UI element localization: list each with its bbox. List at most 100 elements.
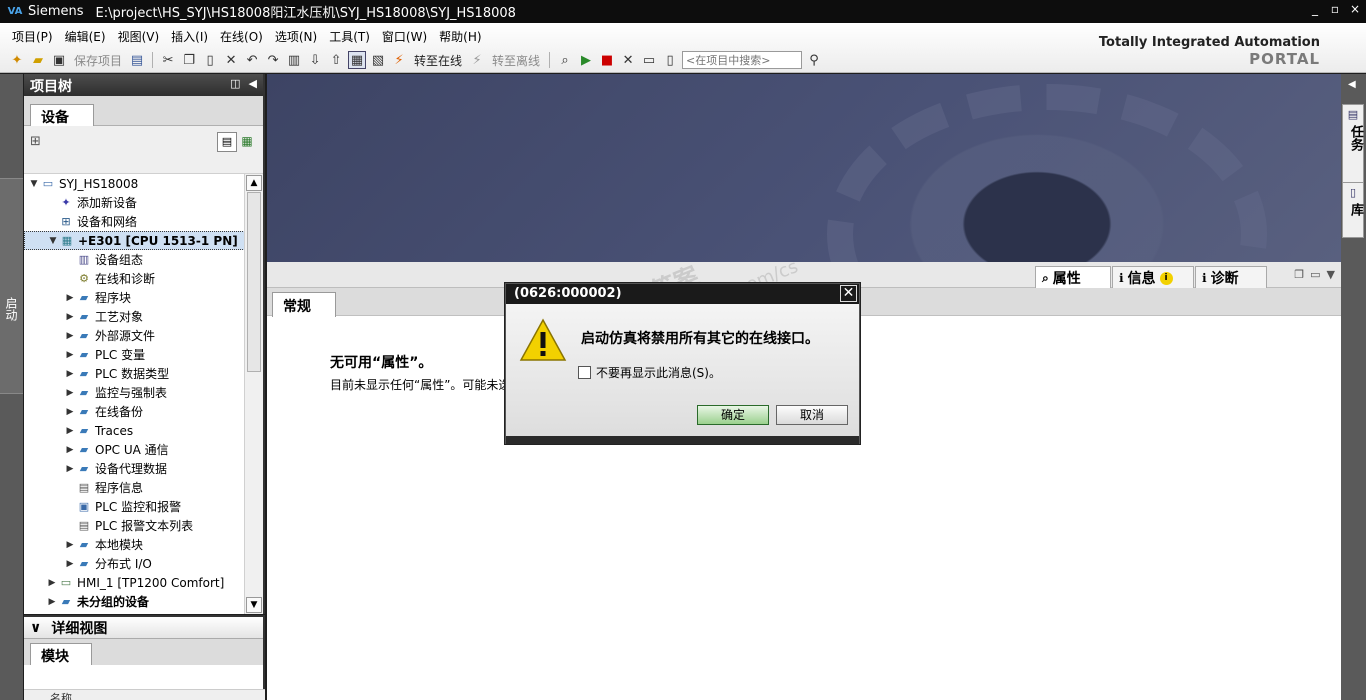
tree-item[interactable]: ▶ ▰ Traces [24,421,245,440]
start-tab[interactable]: 启动 [0,178,23,394]
collapsed-arrow-icon[interactable]: ▶ [64,331,76,341]
tree-item[interactable]: ▤ PLC 报警文本列表 [24,516,245,535]
cross-reference-icon[interactable]: ✕ [619,51,637,69]
stop-cpu-icon[interactable]: ■ [598,51,616,69]
tree-scrollbar[interactable]: ▲ ▼ [244,174,263,614]
scroll-down-icon[interactable]: ▼ [246,597,262,613]
dont-show-again-checkbox[interactable]: 不要再显示此消息(S)。 [578,364,721,381]
go-online-button[interactable]: 转至在线 [411,52,465,69]
tree-item[interactable]: ✦ 添加新设备 [24,193,245,212]
add-device-tool-icon[interactable]: ⊞ [30,134,41,149]
menu-edit[interactable]: 编辑(E) [59,28,112,45]
undo-icon[interactable]: ↶ [243,51,261,69]
minimize-button[interactable]: _ [1308,2,1322,16]
chevron-down-icon[interactable]: ∨ [30,620,41,636]
open-project-icon[interactable]: ▰ [29,51,47,69]
collapsed-arrow-icon[interactable]: ▶ [64,540,76,550]
download-icon[interactable]: ⇩ [306,51,324,69]
compile-icon[interactable]: ▥ [285,51,303,69]
accessible-devices-icon[interactable]: ⌕ [556,51,574,69]
tree-item[interactable]: ▶ ▰ 分布式 I/O [24,554,245,573]
tree-item[interactable]: ▶ ▰ 程序块 [24,288,245,307]
collapsed-arrow-icon[interactable]: ▶ [64,426,76,436]
float-window-icon[interactable]: ❐ [1294,268,1304,281]
cancel-button[interactable]: 取消 [776,405,848,425]
tree-item[interactable]: ▶ ▭ HMI_1 [TP1200 Comfort] [24,573,245,592]
menu-view[interactable]: 视图(V) [112,28,166,45]
collapsed-arrow-icon[interactable]: ▶ [64,369,76,379]
panel-layout-icon[interactable]: ◫ [230,77,240,90]
delete-icon[interactable]: ✕ [222,51,240,69]
tree-item[interactable]: ▶ ▰ 未分组的设备 [24,592,245,611]
scroll-up-icon[interactable]: ▲ [246,175,262,191]
redo-icon[interactable]: ↷ [264,51,282,69]
maximize-button[interactable]: ▫ [1328,2,1342,16]
collapsed-arrow-icon[interactable]: ▶ [46,597,58,607]
tree-item[interactable]: ▼ ▦ +E301 [CPU 1513-1 PN] [24,231,245,250]
simulation-icon[interactable]: ▦ [348,51,367,69]
menu-window[interactable]: 窗口(W) [376,28,433,45]
tree-item[interactable]: ▶ ▰ 工艺对象 [24,307,245,326]
collapsed-arrow-icon[interactable]: ▶ [64,293,76,303]
menu-tools[interactable]: 工具(T) [323,28,376,45]
expanded-arrow-icon[interactable]: ▼ [28,179,40,189]
tree-item[interactable]: ▣ PLC 监控和报警 [24,497,245,516]
maximize-window-icon[interactable]: ▭ [1310,268,1320,281]
tab-modules[interactable]: 模块 [30,643,92,665]
tree-item[interactable]: ▶ ▰ PLC 变量 [24,345,245,364]
checkbox-box[interactable] [578,366,591,379]
go-offline-button[interactable]: 转至离线 [489,52,543,69]
paste-icon[interactable]: ▯ [201,51,219,69]
tree-item[interactable]: ▤ 程序信息 [24,478,245,497]
collapsed-arrow-icon[interactable]: ▶ [64,464,76,474]
dialog-close-icon[interactable]: ✕ [840,285,857,302]
tree-item[interactable]: ▶ ▰ 设备代理数据 [24,459,245,478]
collapsed-arrow-icon[interactable]: ▶ [64,388,76,398]
go-offline-icon[interactable]: ⚡ [468,51,486,69]
go-online-icon[interactable]: ⚡ [390,51,408,69]
stop-simulation-icon[interactable]: ▧ [369,51,387,69]
collapsed-arrow-icon[interactable]: ▶ [64,312,76,322]
tab-info[interactable]: ℹ 信息 i [1112,266,1194,288]
tree-item[interactable]: ▶ ▰ OPC UA 通信 [24,440,245,459]
tree-item[interactable]: ⚙ 在线和诊断 [24,269,245,288]
tree-item[interactable]: ▶ ▰ 外部源文件 [24,326,245,345]
menu-help[interactable]: 帮助(H) [433,28,487,45]
scroll-thumb[interactable] [247,192,261,372]
collapsed-arrow-icon[interactable]: ▶ [64,559,76,569]
tab-libraries[interactable]: ▯ 库 [1342,182,1364,238]
cut-icon[interactable]: ✂ [159,51,177,69]
menu-options[interactable]: 选项(N) [269,28,323,45]
tab-devices[interactable]: 设备 [30,104,94,127]
tree-item[interactable]: ▶ ▰ PLC 数据类型 [24,364,245,383]
tab-properties[interactable]: ⌕ 属性 [1035,266,1111,288]
copy-icon[interactable]: ❐ [180,51,198,69]
tree-item[interactable]: ▥ 设备组态 [24,250,245,269]
collapse-left-icon[interactable]: ◀ [249,77,257,90]
start-cpu-icon[interactable]: ▶ [577,51,595,69]
tree-item[interactable]: ▶ ▰ 监控与强制表 [24,383,245,402]
menu-online[interactable]: 在线(O) [214,28,269,45]
collapsed-arrow-icon[interactable]: ▶ [64,445,76,455]
collapse-right-icon[interactable]: ◀ [1348,79,1356,90]
upload-icon[interactable]: ⇧ [327,51,345,69]
project-search-input[interactable] [682,51,803,69]
overview-icon[interactable]: ▤ [217,132,237,152]
tab-diagnostics[interactable]: ℹ 诊断 [1195,266,1267,288]
collapsed-arrow-icon[interactable]: ▶ [64,407,76,417]
ok-button[interactable]: 确定 [697,405,769,425]
tree-item[interactable]: ⊞ 设备和网络 [24,212,245,231]
tab-tasks[interactable]: ▤ 任务 [1342,104,1364,184]
menu-project[interactable]: 项目(P) [6,28,59,45]
close-window-button[interactable]: × [1348,2,1362,16]
column-header-name[interactable]: 名称 [24,689,265,700]
split-vertical-icon[interactable]: ▯ [661,51,679,69]
tree-item[interactable]: ▼ ▭ SYJ_HS18008 [24,174,245,193]
collapsed-arrow-icon[interactable]: ▶ [64,350,76,360]
tab-general[interactable]: 常规 [272,292,336,317]
detail-view-header[interactable]: ∨ 详细视图 [24,617,263,639]
split-horizontal-icon[interactable]: ▭ [640,51,658,69]
collapsed-arrow-icon[interactable]: ▶ [46,578,58,588]
collapse-icon[interactable]: ▼ [1327,268,1335,281]
menu-insert[interactable]: 插入(I) [165,28,214,45]
